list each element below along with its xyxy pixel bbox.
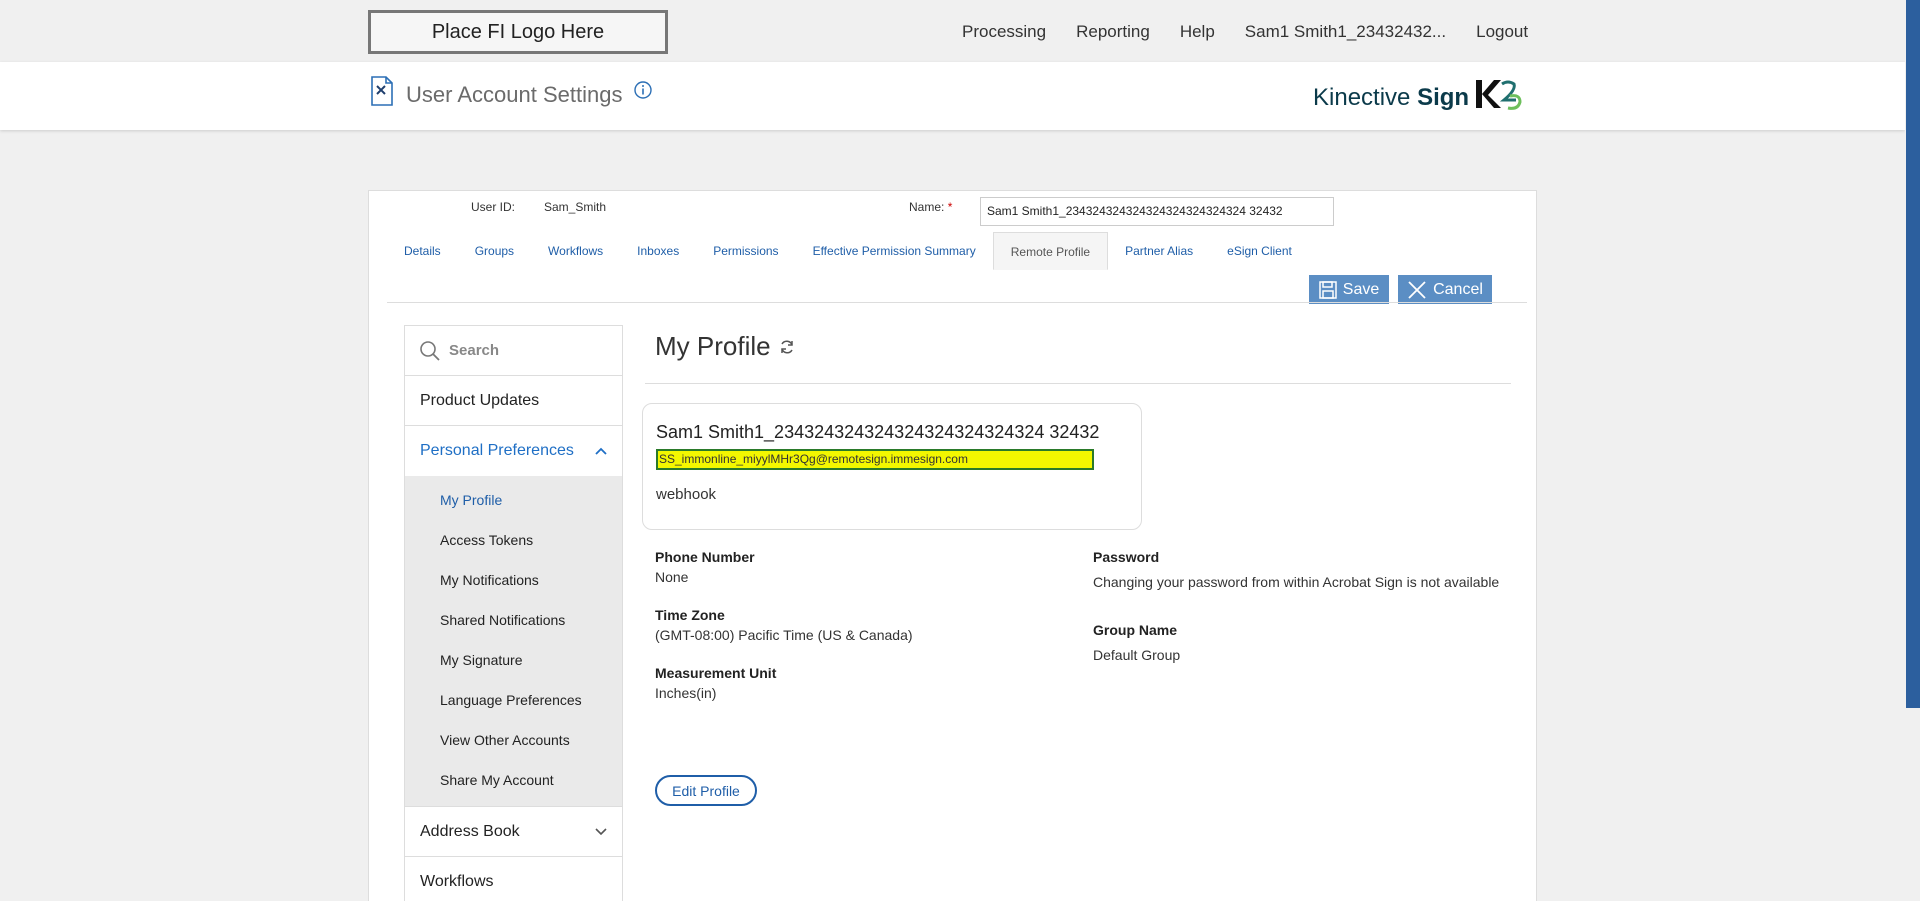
password-value: Changing your password from within Acrob… xyxy=(1093,574,1500,590)
chevron-up-icon xyxy=(595,447,607,455)
profile-card-note: webhook xyxy=(656,486,717,503)
fi-logo-placeholder: Place FI Logo Here xyxy=(368,10,668,54)
settings-sidebar: Search Product Updates Personal Preferen… xyxy=(404,325,623,901)
top-bar: Place FI Logo Here Processing Reporting … xyxy=(0,0,1920,62)
nav-user-menu[interactable]: Sam1 Smith1_23432432... xyxy=(1245,22,1446,42)
search-icon xyxy=(420,340,440,361)
tab-permissions[interactable]: Permissions xyxy=(696,232,795,270)
page-header: User Account Settings Kinective Sign xyxy=(0,62,1905,130)
settings-panel: User ID: Sam_Smith Name: * Sam1 Smith1_2… xyxy=(368,190,1537,901)
nav-logout[interactable]: Logout xyxy=(1476,22,1528,42)
refresh-icon[interactable] xyxy=(779,339,795,355)
tab-esign-client[interactable]: eSign Client xyxy=(1210,232,1309,270)
tab-details[interactable]: Details xyxy=(387,232,458,270)
nav-reporting[interactable]: Reporting xyxy=(1076,22,1150,42)
sidebar-item-shared-notifications[interactable]: Shared Notifications xyxy=(405,600,622,640)
save-button[interactable]: Save xyxy=(1309,275,1389,304)
settings-document-icon xyxy=(371,76,393,106)
sidebar-item-my-notifications[interactable]: My Notifications xyxy=(405,560,622,600)
info-icon[interactable] xyxy=(633,80,653,100)
tab-divider xyxy=(387,302,1527,303)
brand-name: Kinective Sign xyxy=(1313,84,1470,111)
close-icon xyxy=(1408,280,1426,299)
tab-groups[interactable]: Groups xyxy=(458,232,531,270)
timezone-value: (GMT-08:00) Pacific Time (US & Canada) xyxy=(655,627,913,643)
required-marker: * xyxy=(947,200,953,214)
heading-divider xyxy=(645,383,1511,384)
edit-profile-button[interactable]: Edit Profile xyxy=(655,775,757,806)
profile-heading: My Profile xyxy=(655,331,771,361)
sidebar-item-view-other-accounts[interactable]: View Other Accounts xyxy=(405,720,622,760)
personal-preferences-submenu: My Profile Access Tokens My Notification… xyxy=(405,476,622,807)
tab-inboxes[interactable]: Inboxes xyxy=(620,232,696,270)
tab-partner-alias[interactable]: Partner Alias xyxy=(1108,232,1210,270)
save-icon xyxy=(1319,280,1337,299)
user-id-value: Sam_Smith xyxy=(544,200,607,214)
chevron-down-icon xyxy=(595,827,607,835)
brand-logo-icon xyxy=(1476,80,1522,110)
sidebar-item-personal-preferences[interactable]: Personal Preferences xyxy=(405,426,622,476)
sidebar-search[interactable]: Search xyxy=(405,326,622,376)
password-label: Password xyxy=(1093,549,1160,565)
name-label: Name: * xyxy=(909,200,953,214)
nav-processing[interactable]: Processing xyxy=(962,22,1046,42)
phone-value: None xyxy=(655,569,689,585)
nav-help[interactable]: Help xyxy=(1180,22,1215,42)
top-nav: Processing Reporting Help Sam1 Smith1_23… xyxy=(962,22,1528,42)
profile-card-email: SS_immonline_miyylMHr3Qg@remotesign.imme… xyxy=(656,449,1094,470)
sidebar-item-address-book[interactable]: Address Book xyxy=(405,807,622,857)
tab-effective-permission-summary[interactable]: Effective Permission Summary xyxy=(796,232,993,270)
cancel-button[interactable]: Cancel xyxy=(1398,275,1492,304)
sidebar-item-my-profile[interactable]: My Profile xyxy=(405,480,622,520)
tab-bar: Details Groups Workflows Inboxes Permiss… xyxy=(387,232,1309,270)
page-scrollbar-thumb[interactable] xyxy=(1906,0,1920,708)
profile-card-name: Sam1 Smith1_234324324324324324324324324 … xyxy=(656,422,1100,442)
group-name-value: Default Group xyxy=(1093,647,1181,663)
timezone-label: Time Zone xyxy=(655,607,725,623)
sidebar-item-access-tokens[interactable]: Access Tokens xyxy=(405,520,622,560)
sidebar-item-product-updates[interactable]: Product Updates xyxy=(405,376,622,426)
tab-workflows[interactable]: Workflows xyxy=(531,232,620,270)
name-field[interactable]: Sam1 Smith1_234324324324324324324324324 … xyxy=(980,197,1334,226)
sidebar-item-share-my-account[interactable]: Share My Account xyxy=(405,760,622,800)
search-input[interactable]: Search xyxy=(449,342,499,359)
page-title: User Account Settings xyxy=(406,82,623,107)
user-id-label: User ID: xyxy=(471,200,516,214)
sidebar-item-language-preferences[interactable]: Language Preferences xyxy=(405,680,622,720)
measurement-unit-label: Measurement Unit xyxy=(655,665,777,681)
sidebar-item-workflows[interactable]: Workflows xyxy=(405,857,622,901)
measurement-unit-value: Inches(in) xyxy=(655,685,717,701)
tab-remote-profile[interactable]: Remote Profile xyxy=(992,232,1109,270)
phone-label: Phone Number xyxy=(655,549,755,565)
sidebar-item-my-signature[interactable]: My Signature xyxy=(405,640,622,680)
group-name-label: Group Name xyxy=(1093,622,1178,638)
profile-card: Sam1 Smith1_234324324324324324324324324 … xyxy=(642,403,1142,530)
